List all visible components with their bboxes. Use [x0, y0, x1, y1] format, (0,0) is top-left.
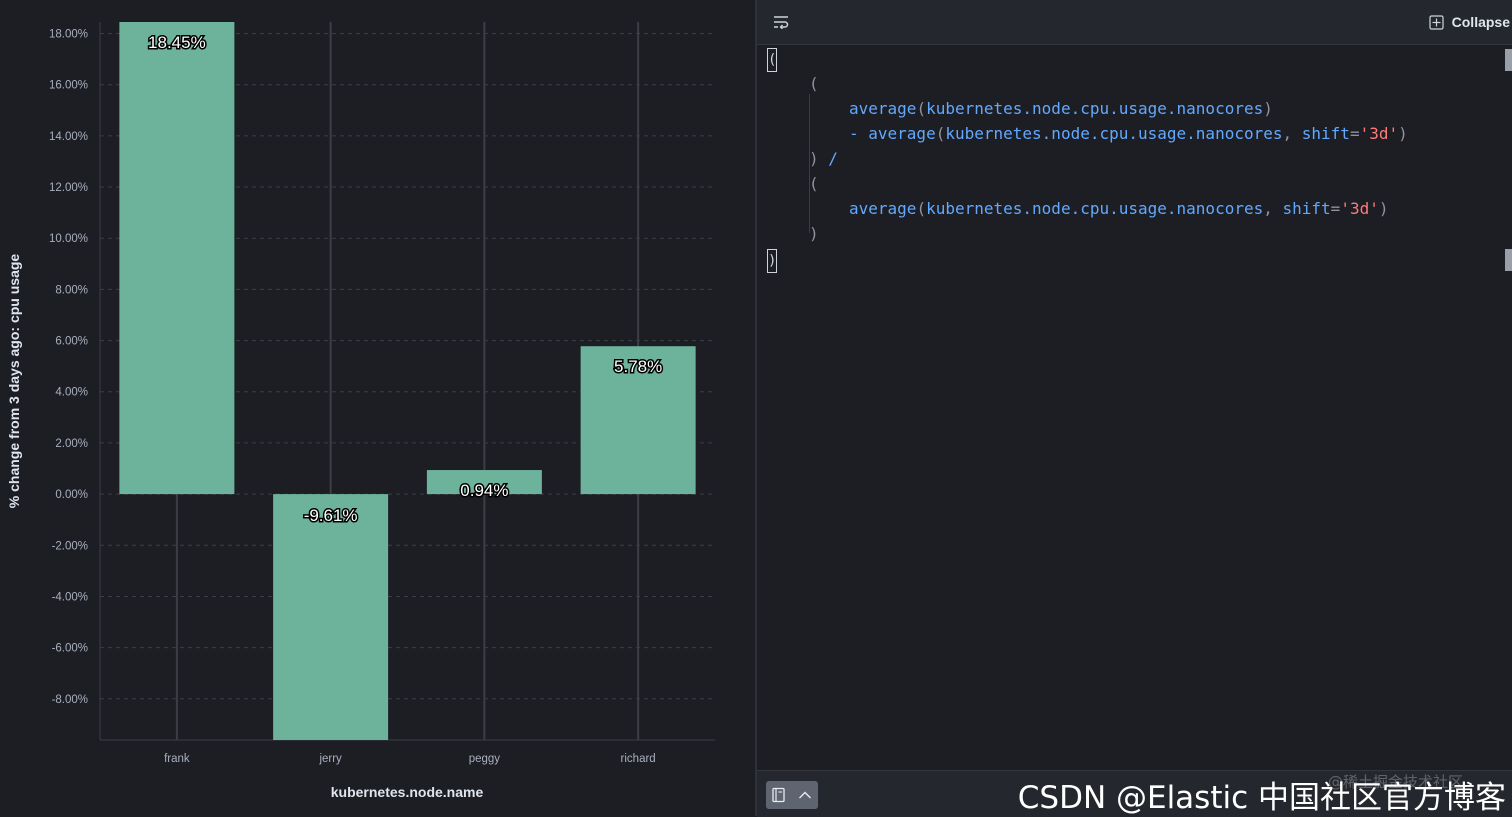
bar-frank — [119, 22, 235, 495]
y-axis-title: % change from 3 days ago: cpu usage — [6, 254, 22, 509]
code-token: ) — [1263, 99, 1273, 118]
code-token: ( — [809, 74, 819, 93]
bar-value-label: 18.45% — [148, 33, 206, 52]
csdn-credit: CSDN @Elastic 中国社区官方博客 — [1017, 780, 1506, 816]
x-tick-label: jerry — [318, 753, 342, 765]
code-token: average — [849, 199, 917, 218]
code-token: '3d' — [1359, 124, 1399, 143]
code-token: = — [1330, 199, 1341, 218]
code-token: average — [849, 99, 917, 118]
editor-toolbar: Collapse — [757, 0, 1512, 45]
overview-ruler-marker — [1505, 249, 1512, 271]
code-token: , — [1263, 199, 1283, 218]
y-tick-label: 8.00% — [55, 284, 88, 296]
y-tick-label: 6.00% — [55, 336, 88, 348]
y-tick-label: 0.00% — [55, 489, 88, 501]
code-token: kubernetes.node.cpu.usage.nanocores — [945, 124, 1283, 143]
code-token: ( — [809, 174, 819, 193]
chart-pane: 18.00% 16.00% 14.00% 12.00% 10.00% 8.00% 6.00%… — [0, 0, 755, 816]
collapse-label: Collapse — [1451, 14, 1510, 30]
expand-button[interactable] — [792, 781, 818, 809]
code-line: - average(kubernetes.node.cpu.usage.nano… — [849, 122, 1408, 146]
code-token: average — [868, 124, 936, 143]
y-tick-label: 18.00% — [49, 29, 88, 41]
y-tick-label: -6.00% — [52, 643, 88, 655]
code-token: / — [828, 149, 838, 168]
code-line: average(kubernetes.node.cpu.usage.nanoco… — [849, 97, 1273, 121]
y-tick-label: 14.00% — [49, 131, 88, 143]
code-token: ) — [809, 224, 819, 243]
bar-chart: 18.00% 16.00% 14.00% 12.00% 10.00% 8.00% 6.00%… — [6, 22, 715, 800]
y-tick-label: 2.00% — [55, 438, 88, 450]
word-wrap-icon — [774, 16, 789, 29]
bracket-match-close: ) — [767, 249, 777, 273]
y-tick-label: 4.00% — [55, 387, 88, 399]
collapse-icon — [1429, 14, 1444, 30]
x-tick-label: peggy — [469, 753, 501, 765]
code-token: kubernetes.node.cpu.usage.nanocores — [926, 99, 1264, 118]
documentation-button[interactable] — [766, 781, 792, 809]
code-token: ( — [916, 199, 927, 218]
y-tick-label: -4.00% — [52, 591, 88, 603]
footer-button-group — [766, 781, 818, 809]
code-line: average(kubernetes.node.cpu.usage.nanoco… — [849, 197, 1388, 221]
code-token: ) — [1378, 199, 1389, 218]
x-tick-label: frank — [164, 753, 190, 765]
code-token: , — [1282, 124, 1302, 143]
code-token: ( — [916, 99, 927, 118]
code-token: '3d' — [1340, 199, 1379, 218]
y-tick-label: 12.00% — [49, 182, 88, 194]
word-wrap-button[interactable] — [771, 12, 791, 32]
code-editor[interactable]: ( (average(kubernetes.node.cpu.usage.nan… — [757, 45, 1512, 770]
collapse-button[interactable]: Collapse — [1429, 10, 1512, 34]
code-line: ) / — [809, 147, 838, 171]
bracket-match-open: ( — [767, 48, 777, 72]
bar-value-label: -9.61% — [304, 506, 358, 525]
code-token: ) — [1398, 124, 1408, 143]
bar-jerry — [273, 494, 389, 740]
code-token: shift — [1282, 199, 1331, 218]
formula-editor: Collapse ( (average(kubernetes.node.cpu.… — [757, 0, 1512, 817]
code-line: ( — [809, 72, 819, 96]
y-tick-label: 16.00% — [49, 80, 88, 92]
code-token: kubernetes.node.cpu.usage.nanocores — [926, 199, 1264, 218]
code-token: ( — [935, 124, 946, 143]
bar-value-label: 0.94% — [460, 481, 508, 500]
x-tick-label: richard — [621, 753, 656, 765]
x-axis-title: kubernetes.node.name — [331, 784, 484, 800]
overview-ruler-marker — [1505, 49, 1512, 71]
bar-value-label: 5.78% — [614, 357, 662, 376]
code-token: shift — [1301, 124, 1350, 143]
book-icon — [772, 787, 785, 803]
y-tick-label: -2.00% — [52, 540, 88, 552]
chevron-up-icon — [799, 791, 811, 799]
code-line: ( — [809, 172, 819, 196]
code-line: ) — [809, 222, 819, 246]
code-token: ) — [809, 149, 829, 168]
code-token: = — [1349, 124, 1360, 143]
y-tick-label: 10.00% — [49, 233, 88, 245]
y-tick-label: -8.00% — [52, 694, 88, 706]
code-token: - — [849, 124, 869, 143]
